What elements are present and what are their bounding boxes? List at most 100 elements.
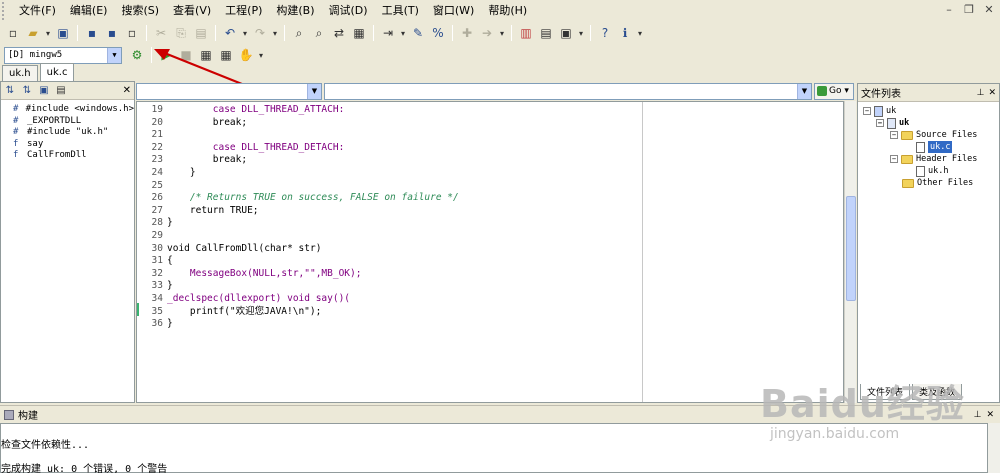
list-item-label: say [27,138,44,149]
menu-help[interactable]: 帮助(H) [481,1,534,21]
info-dropdown-icon[interactable]: ▾ [636,29,644,38]
code-editor[interactable]: 19 case DLL_THREAD_ATTACH: 20 break; 21 22 … [136,101,844,403]
collapse-icon[interactable]: − [863,107,871,115]
file-tree: − uk − uk − Source Files uk.c − Header Files… [858,102,999,188]
open-project-icon[interactable]: ▣ [54,24,72,42]
baidu-watermark: Baidu经验 jingyan.baidu.com [760,384,965,444]
restore-icon[interactable]: ❐ [962,3,976,17]
class-view-icon[interactable]: ▣ [37,84,51,98]
menu-build[interactable]: 构建(B) [269,1,321,21]
file-view-icon[interactable]: ▤ [54,84,68,98]
pin-icon[interactable]: ⊥ [977,88,985,98]
tree-root[interactable]: − uk [863,105,896,117]
list-item-label: #include "uk.h" [27,127,109,137]
close-icon[interactable]: ✕ [986,410,994,420]
menu-file[interactable]: 文件(F) [12,1,63,21]
code-text: } [167,318,173,330]
code-text: break; [167,116,248,128]
bookmark-dropdown-icon[interactable]: ▾ [498,29,506,38]
watermark-logo: Baidu经验 [760,382,965,426]
project-options-icon[interactable]: ▥ [517,24,535,42]
menu-view-label: 查看(V) [173,4,212,17]
tree-other-files[interactable]: Other Files [902,177,973,189]
menu-bar: 文件(F) 编辑(E) 搜索(S) 查看(V) 工程(P) 构建(B) 调试(D… [0,0,1000,22]
build-output-line: 检查文件依赖性... [1,440,90,451]
tree-file-uk-c[interactable]: uk.c [916,141,953,153]
minimize-icon[interactable]: – [942,3,956,17]
replace-icon[interactable]: ⇄ [330,24,348,42]
scope-combo[interactable]: ▼ [136,83,322,100]
help-icon[interactable]: ? [596,24,614,42]
redo-dropdown-icon[interactable]: ▾ [271,29,279,38]
tree-header-files[interactable]: − Header Files [890,153,977,165]
find-in-files-icon[interactable]: ▦ [350,24,368,42]
collapse-icon[interactable]: − [890,131,898,139]
settings-dropdown-icon[interactable]: ▾ [577,29,585,38]
menu-project[interactable]: 工程(P) [218,1,269,21]
tree-file-uk-h[interactable]: uk.h [916,165,948,177]
editor-vertical-scrollbar[interactable] [844,101,856,403]
compiler-select-value: [D] mingw5 [8,49,63,60]
line-number: 34 [151,292,163,304]
sort-type-icon[interactable]: ⇅ [20,84,34,98]
code-text: break; [167,154,248,166]
settings-icon[interactable]: ▣ [557,24,575,42]
save-all-icon[interactable]: ▪ [103,24,121,42]
tree-project[interactable]: − uk [876,117,909,129]
menu-window[interactable]: 窗口(W) [426,1,481,21]
toggle-bookmark-icon[interactable]: ✎ [409,24,427,42]
find-next-icon[interactable]: ⌕ [310,24,328,42]
class-icon[interactable]: ▤ [537,24,555,42]
list-item[interactable]: # _EXPORTDLL [13,116,134,128]
scrollbar-thumb[interactable] [846,196,856,301]
undo-dropdown-icon[interactable]: ▾ [241,29,249,38]
line-number: 33 [151,280,163,292]
code-text: /* Returns TRUE on success, FALSE on fai… [167,192,459,204]
tree-source-files[interactable]: − Source Files [890,129,977,141]
percent-icon[interactable]: % [429,24,447,42]
menu-tools[interactable]: 工具(T) [375,1,426,21]
menu-search[interactable]: 搜索(S) [114,1,166,21]
line-number: 25 [151,179,163,191]
next-bookmark-icon[interactable]: ➔ [478,24,496,42]
close-icon[interactable]: ✕ [123,85,131,96]
tab-uk-h[interactable]: uk.h [2,65,38,81]
compiler-select[interactable]: [D] mingw5 ▼ [4,46,122,64]
toolbar-grip[interactable] [2,2,12,20]
close-icon[interactable]: ✕ [988,88,996,98]
previous-bookmark-icon[interactable]: ✚ [458,24,476,42]
list-item[interactable]: # #include "uk.h" [13,127,134,139]
open-dropdown-icon[interactable]: ▾ [44,29,52,38]
menu-view[interactable]: 查看(V) [166,1,218,21]
find-icon[interactable]: ⌕ [290,24,308,42]
save-icon[interactable]: ▪ [83,24,101,42]
list-item[interactable]: # #include <windows.h> [13,104,134,116]
menu-edit[interactable]: 编辑(E) [63,1,115,21]
collapse-icon[interactable]: − [876,119,884,127]
sort-icon[interactable]: ⇅ [3,84,17,98]
close-icon[interactable]: ✕ [982,3,996,17]
chevron-down-icon[interactable]: ▼ [107,47,121,63]
open-folder-icon[interactable]: ▰ [24,24,42,42]
line-number: 20 [151,116,163,128]
list-item[interactable]: f say [13,139,134,151]
close-file-icon[interactable]: ▫ [123,24,141,42]
indent-icon[interactable]: ⇥ [379,24,397,42]
chevron-down-icon[interactable]: ▼ [307,84,321,99]
info-icon[interactable]: ℹ [616,24,634,42]
menu-debug[interactable]: 调试(D) [322,1,375,21]
tree-label: uk [886,106,897,116]
line-number: 27 [151,204,163,216]
line-number: 31 [151,255,163,267]
indent-dropdown-icon[interactable]: ▾ [399,29,407,38]
list-item[interactable]: f CallFromDll [13,150,134,162]
line-number: 28 [151,217,163,229]
pin-icon[interactable]: ⊥ [974,410,982,420]
collapse-icon[interactable]: − [890,155,898,163]
symbol-combo[interactable]: ▼ [324,83,812,100]
new-file-icon[interactable]: ▫ [4,24,22,42]
tab-uk-c[interactable]: uk.c [39,63,75,81]
chevron-down-icon[interactable]: ▼ [797,84,811,99]
build-vertical-scrollbar[interactable] [988,423,1000,473]
go-button[interactable]: Go ▾ [814,83,854,100]
